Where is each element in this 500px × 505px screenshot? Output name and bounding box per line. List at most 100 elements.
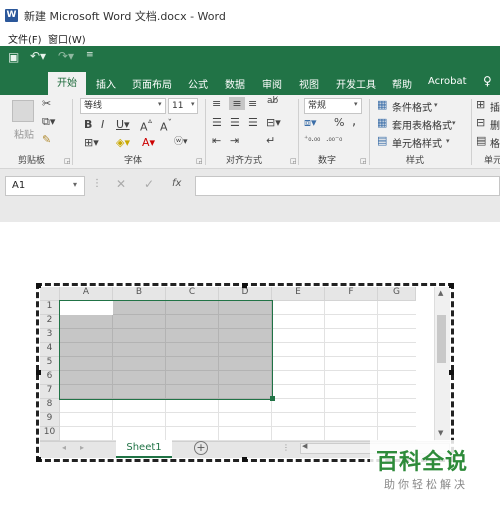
accounting-icon[interactable]: ⧈▾ <box>304 116 317 130</box>
font-name-combo[interactable]: 等线 <box>80 98 166 114</box>
decrease-indent-icon[interactable]: ⇤ <box>212 134 221 147</box>
font-name-dropdown-icon[interactable]: ▾ <box>158 100 162 108</box>
row-header[interactable]: 5 <box>40 357 60 371</box>
column-header[interactable]: C <box>166 287 219 301</box>
formula-bar-handle-icon[interactable]: ⋮ <box>92 178 102 189</box>
font-launcher-icon[interactable]: ◲ <box>196 157 203 165</box>
alignment-launcher-icon[interactable]: ◲ <box>290 157 297 165</box>
tab-formulas[interactable]: 公式 <box>188 76 208 91</box>
copy-icon[interactable]: ⧉▾ <box>42 115 55 129</box>
row-header[interactable]: 8 <box>40 399 60 413</box>
tab-developer[interactable]: 开发工具 <box>336 76 376 91</box>
format-as-table-button[interactable]: 套用表格格式 <box>392 117 452 132</box>
resize-handle[interactable] <box>36 283 41 288</box>
cut-icon[interactable]: ✂ <box>42 97 51 110</box>
cell-styles-button[interactable]: 单元格样式 <box>392 135 442 150</box>
resize-handle[interactable] <box>36 370 41 375</box>
scroll-left-icon[interactable]: ◀ <box>302 442 307 450</box>
next-sheet-icon[interactable]: ▸ <box>80 443 84 452</box>
column-header[interactable]: D <box>219 287 272 301</box>
cancel-formula-icon[interactable]: ✕ <box>116 177 126 191</box>
italic-icon[interactable]: I <box>101 118 104 131</box>
tab-help[interactable]: 帮助 <box>392 76 412 91</box>
vertical-scrollbar[interactable] <box>434 287 450 441</box>
vertical-scroll-thumb[interactable] <box>437 315 446 363</box>
sheet-tab-sheet1[interactable]: Sheet1 <box>116 440 172 458</box>
enter-formula-icon[interactable]: ✓ <box>144 177 154 191</box>
resize-handle[interactable] <box>242 457 247 462</box>
cell-styles-dropdown-icon[interactable]: ▾ <box>446 137 450 145</box>
row-header[interactable]: 4 <box>40 343 60 357</box>
align-center-icon[interactable]: ☰ <box>230 116 240 129</box>
add-sheet-icon[interactable]: + <box>194 441 208 455</box>
phonetic-icon[interactable]: ⓦ▾ <box>174 134 188 147</box>
save-icon[interactable]: ▣ <box>8 50 19 64</box>
insert-cells-icon[interactable]: ⊞ <box>476 98 485 111</box>
tab-split-handle[interactable]: ⋮ <box>282 443 290 452</box>
decrease-font-icon[interactable]: Aˇ <box>160 118 172 134</box>
bold-icon[interactable]: B <box>84 118 92 131</box>
increase-decimal-icon[interactable]: ⁺₀.₀₀ <box>304 134 320 143</box>
format-cells-button[interactable]: 格 <box>490 135 500 150</box>
format-as-table-dropdown-icon[interactable]: ▾ <box>452 119 456 127</box>
borders-icon[interactable]: ⊞▾ <box>84 136 99 149</box>
fill-color-icon[interactable]: ◈▾ <box>116 136 130 149</box>
row-header[interactable]: 2 <box>40 315 60 329</box>
number-format-dropdown-icon[interactable]: ▾ <box>354 100 358 108</box>
conditional-format-icon[interactable]: ▦ <box>377 98 387 111</box>
resize-handle[interactable] <box>449 370 454 375</box>
resize-handle[interactable] <box>242 283 247 288</box>
format-as-table-icon[interactable]: ▦ <box>377 116 387 129</box>
delete-cells-button[interactable]: 删 <box>490 117 500 132</box>
paste-button-label[interactable]: 粘贴 <box>14 126 34 141</box>
fill-handle[interactable] <box>270 396 275 401</box>
column-header[interactable]: E <box>272 287 325 301</box>
scroll-up-icon[interactable]: ▲ <box>438 289 443 297</box>
conditional-format-button[interactable]: 条件格式 <box>392 99 432 114</box>
align-bottom-icon[interactable]: ≡ <box>248 97 257 110</box>
redo-icon[interactable]: ↷▾ <box>58 49 74 63</box>
format-cells-icon[interactable]: ▤ <box>476 134 486 147</box>
orientation-icon[interactable]: ab̸ <box>267 96 278 106</box>
tab-insert[interactable]: 插入 <box>96 76 116 91</box>
align-left-icon[interactable]: ☰ <box>212 116 222 129</box>
row-header[interactable]: 6 <box>40 371 60 385</box>
align-middle-icon[interactable]: ≡ <box>229 97 245 110</box>
name-box-dropdown-icon[interactable]: ▾ <box>73 180 77 189</box>
increase-font-icon[interactable]: Aᐞ <box>140 118 153 134</box>
font-size-dropdown-icon[interactable]: ▾ <box>191 100 195 108</box>
number-launcher-icon[interactable]: ◲ <box>360 157 367 165</box>
column-header[interactable]: F <box>325 287 378 301</box>
conditional-format-dropdown-icon[interactable]: ▾ <box>434 101 438 109</box>
insert-cells-button[interactable]: 插 <box>490 99 500 114</box>
menu-window[interactable]: 窗口(W) <box>48 31 86 46</box>
comma-icon[interactable]: , <box>352 114 356 129</box>
decrease-decimal-icon[interactable]: .₀₀⁻₀ <box>326 134 342 143</box>
lightbulb-icon[interactable]: ♀ <box>483 74 492 88</box>
row-header[interactable]: 10 <box>40 427 60 441</box>
row-header[interactable]: 3 <box>40 329 60 343</box>
row-header[interactable]: 7 <box>40 385 60 399</box>
formula-input[interactable] <box>195 176 500 196</box>
percent-icon[interactable]: % <box>334 116 344 129</box>
tab-acrobat[interactable]: Acrobat <box>428 76 467 87</box>
delete-cells-icon[interactable]: ⊟ <box>476 116 485 129</box>
wrap-text-icon[interactable]: ↵ <box>266 134 275 147</box>
insert-function-icon[interactable]: fx <box>172 178 181 189</box>
column-header[interactable]: B <box>113 287 166 301</box>
align-right-icon[interactable]: ☰ <box>248 116 258 129</box>
tab-view[interactable]: 视图 <box>299 76 319 91</box>
cell-styles-icon[interactable]: ▤ <box>377 134 387 147</box>
row-header[interactable]: 1 <box>40 301 60 315</box>
clipboard-launcher-icon[interactable]: ◲ <box>64 157 71 165</box>
menu-file[interactable]: 文件(F) <box>8 31 42 46</box>
scroll-down-icon[interactable]: ▼ <box>438 429 443 437</box>
tab-data[interactable]: 数据 <box>225 76 245 91</box>
increase-indent-icon[interactable]: ⇥ <box>230 134 239 147</box>
paste-icon[interactable] <box>12 100 34 122</box>
merge-center-icon[interactable]: ⊟▾ <box>266 116 281 129</box>
font-color-icon[interactable]: A▾ <box>142 136 155 149</box>
resize-handle[interactable] <box>36 457 41 462</box>
underline-icon[interactable]: U▾ <box>116 118 130 131</box>
undo-icon[interactable]: ↶▾ <box>30 49 46 63</box>
